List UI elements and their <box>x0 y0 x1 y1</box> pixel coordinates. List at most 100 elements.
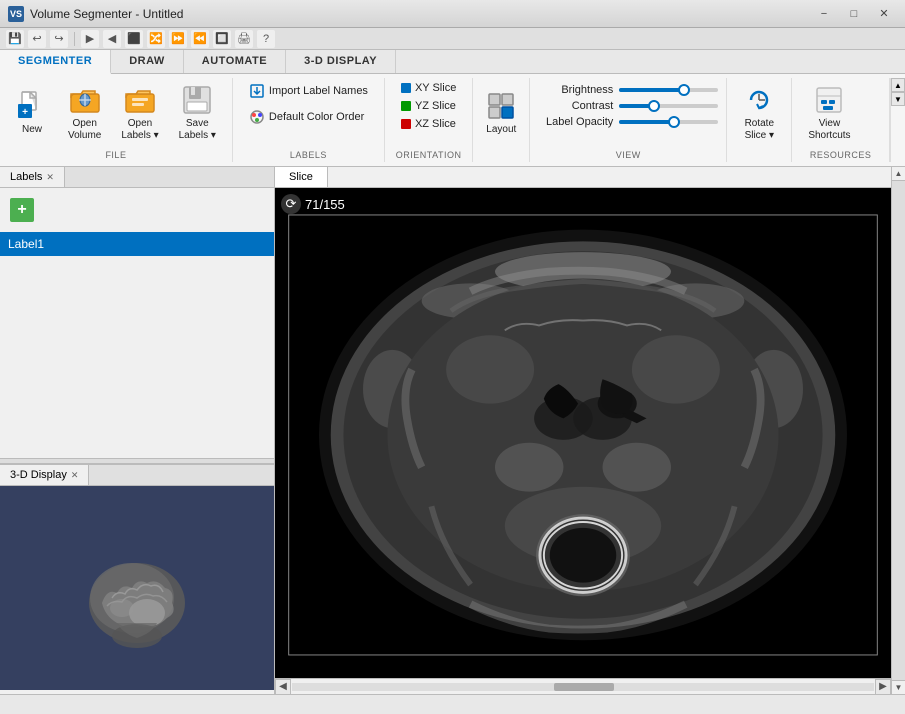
slice-counter-text: 71/155 <box>305 197 345 212</box>
maximize-button[interactable]: □ <box>841 5 867 23</box>
ribbon-content: + New OpenVolume <box>0 74 905 166</box>
labels-tab-bar: Labels ✕ <box>0 167 274 188</box>
palette-icon <box>249 109 265 125</box>
tab-draw[interactable]: DRAW <box>111 50 184 73</box>
label-item-label1[interactable]: Label1 <box>0 232 274 256</box>
open-labels-icon <box>124 84 156 116</box>
labels-tab[interactable]: Labels ✕ <box>0 167 65 187</box>
ribbon-scroll-up[interactable]: ▲ <box>891 78 905 92</box>
qa-icon4[interactable]: 🔀 <box>147 30 165 48</box>
qa-icon2[interactable]: ◀ <box>103 30 121 48</box>
xz-slice-label: XZ Slice <box>415 118 456 130</box>
view-shortcuts-label: ViewShortcuts <box>808 118 850 142</box>
view-content: Brightness Contrast <box>538 80 718 160</box>
open-labels-button[interactable]: OpenLabels ▾ <box>113 80 166 146</box>
default-color-order-button[interactable]: Default Color Order <box>241 106 372 128</box>
save-labels-button[interactable]: SaveLabels ▾ <box>171 80 224 146</box>
vscroll-down-button[interactable]: ▼ <box>892 680 905 694</box>
slice-btn-list: XY Slice YZ Slice XZ Slice <box>393 80 464 146</box>
horizontal-scrollbar: ◀ ▶ <box>275 678 891 694</box>
scroll-right-button[interactable]: ▶ <box>875 679 891 695</box>
qa-icon5[interactable]: ⏩ <box>169 30 187 48</box>
ribbon: SEGMENTER DRAW AUTOMATE 3-D DISPLAY + <box>0 50 905 167</box>
brightness-fill <box>619 88 683 92</box>
qa-help-button[interactable]: ? <box>257 30 275 48</box>
qa-icon7[interactable]: 🔲 <box>213 30 231 48</box>
brightness-track[interactable] <box>619 88 718 92</box>
qa-save-button[interactable]: 💾 <box>6 30 24 48</box>
minimize-button[interactable]: − <box>811 5 837 23</box>
vscroll-track[interactable] <box>892 181 905 680</box>
label-opacity-track[interactable] <box>619 120 718 124</box>
brightness-thumb[interactable] <box>678 84 690 96</box>
yz-slice-button[interactable]: YZ Slice <box>393 98 464 114</box>
group-view: Brightness Contrast <box>530 78 727 162</box>
slice-nav-icon[interactable]: ⟳ <box>281 194 301 214</box>
view-shortcuts-button[interactable]: ViewShortcuts <box>800 80 858 146</box>
qa-icon1[interactable]: ▶ <box>81 30 99 48</box>
scroll-thumb[interactable] <box>554 683 614 691</box>
slice-counter: ⟳ 71/155 <box>281 194 345 214</box>
qa-redo-button[interactable]: ↪ <box>50 30 68 48</box>
layout-button[interactable]: Layout <box>477 86 525 140</box>
slice-tab[interactable]: Slice <box>275 167 328 187</box>
label-opacity-fill <box>619 120 673 124</box>
3d-display-tab[interactable]: 3-D Display ✕ <box>0 465 89 485</box>
yz-dot <box>401 101 411 111</box>
3d-display-tab-close[interactable]: ✕ <box>71 470 79 481</box>
qa-icon3[interactable]: ⬛ <box>125 30 143 48</box>
tab-3d-display[interactable]: 3-D DISPLAY <box>286 50 396 73</box>
label-list: Label1 <box>0 232 274 458</box>
xy-slice-label: XY Slice <box>415 82 456 94</box>
brightness-row: Brightness <box>538 84 718 96</box>
labels-tab-close[interactable]: ✕ <box>46 172 54 183</box>
qa-separator <box>74 32 75 46</box>
title-text: Volume Segmenter - Untitled <box>30 7 183 21</box>
import-icon <box>249 83 265 99</box>
tab-automate[interactable]: AUTOMATE <box>184 50 286 73</box>
label-opacity-thumb[interactable] <box>668 116 680 128</box>
scroll-track[interactable] <box>292 683 874 691</box>
qa-undo-button[interactable]: ↩ <box>28 30 46 48</box>
labels-group-label: LABELS <box>233 150 384 160</box>
scroll-left-button[interactable]: ◀ <box>275 679 291 695</box>
new-icon: + <box>16 90 48 122</box>
yz-slice-label: YZ Slice <box>415 100 456 112</box>
add-label-button[interactable]: + <box>10 198 34 222</box>
contrast-track[interactable] <box>619 104 718 108</box>
vscroll-up-button[interactable]: ▲ <box>892 167 905 181</box>
close-button[interactable]: ✕ <box>871 5 897 23</box>
new-button[interactable]: + New <box>8 86 56 140</box>
label1-name: Label1 <box>8 237 44 251</box>
xz-dot <box>401 119 411 129</box>
import-label-names-button[interactable]: Import Label Names <box>241 80 376 102</box>
app-icon: VS <box>8 6 24 22</box>
layout-label: Layout <box>486 124 516 136</box>
qa-icon6[interactable]: ⏪ <box>191 30 209 48</box>
slice-buttons: XY Slice YZ Slice XZ Slice <box>393 80 464 160</box>
tab-segmenter[interactable]: SEGMENTER <box>0 50 111 74</box>
new-label: New <box>22 124 42 136</box>
group-rotate-slice: RotateSlice ▾ <box>727 78 792 162</box>
labels-panel-content: + Label1 <box>0 188 274 458</box>
labels-buttons: Import Label Names Default Color Order <box>241 80 376 160</box>
3d-brain-svg <box>57 518 217 658</box>
rotate-slice-button[interactable]: RotateSlice ▾ <box>735 80 783 146</box>
open-volume-button[interactable]: OpenVolume <box>60 80 109 146</box>
3d-display-content <box>0 486 274 690</box>
layout-content: Layout <box>477 80 525 160</box>
label-opacity-label: Label Opacity <box>538 116 613 128</box>
xy-dot <box>401 83 411 93</box>
qa-icon8[interactable]: 🖨 <box>235 30 253 48</box>
contrast-thumb[interactable] <box>648 100 660 112</box>
group-resources: ViewShortcuts RESOURCES <box>792 78 890 162</box>
xy-slice-button[interactable]: XY Slice <box>393 80 464 96</box>
import-label-names-label: Import Label Names <box>269 85 368 97</box>
label1-color-swatch <box>250 236 266 252</box>
ribbon-scroll-down[interactable]: ▼ <box>891 92 905 106</box>
xz-slice-button[interactable]: XZ Slice <box>393 116 464 132</box>
view-group-label: VIEW <box>530 150 726 160</box>
right-scrollbar: ▲ ▼ <box>891 167 905 694</box>
resources-group-label: RESOURCES <box>792 150 889 160</box>
save-labels-icon <box>181 84 213 116</box>
